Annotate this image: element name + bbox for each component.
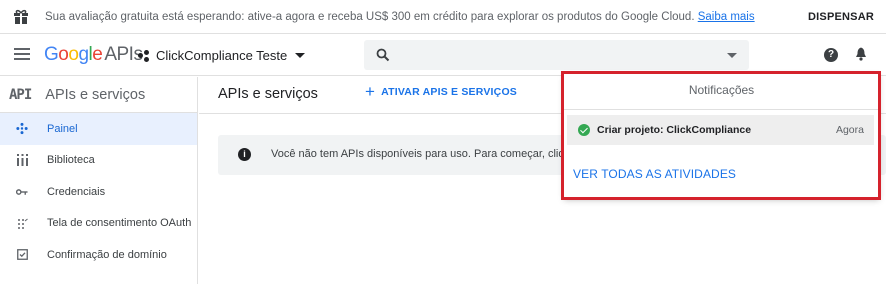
- sidebar-item-label: Biblioteca: [47, 154, 95, 167]
- sidebar-item-label: Confirmação de domínio: [47, 248, 167, 261]
- enable-apis-button[interactable]: + ATIVAR APIS E SERVIÇOS: [365, 82, 518, 101]
- library-icon: [16, 154, 28, 167]
- notification-text: Criar projeto: ClickCompliance: [597, 124, 752, 136]
- view-all-activities-link[interactable]: VER TODAS AS ATIVIDADES: [573, 167, 736, 181]
- top-bar: Google APIs ClickCompliance Teste ?: [0, 34, 886, 76]
- sidebar-item-credenciais[interactable]: Credenciais: [0, 176, 197, 208]
- gift-icon: [14, 9, 28, 24]
- sidebar-item-oauth-consent[interactable]: Tela de consentimento OAuth: [0, 208, 197, 240]
- info-icon: i: [238, 148, 251, 161]
- domain-verification-icon: [16, 249, 28, 261]
- menu-icon[interactable]: [14, 48, 30, 60]
- learn-more-link[interactable]: Saiba mais: [698, 11, 755, 23]
- oauth-consent-icon: [16, 217, 28, 229]
- enable-apis-label: ATIVAR APIS E SERVIÇOS: [381, 86, 518, 98]
- search-input[interactable]: [364, 40, 749, 70]
- api-badge-icon: API: [9, 86, 32, 103]
- sidebar: API APIs e serviços Painel Biblioteca Cr…: [0, 77, 198, 284]
- project-icon: [138, 49, 150, 62]
- sidebar-header: API APIs e serviços: [0, 77, 197, 113]
- search-dropdown-icon[interactable]: [727, 53, 737, 58]
- notification-item[interactable]: Criar projeto: ClickCompliance Agora: [567, 115, 874, 145]
- sidebar-item-label: Painel: [47, 122, 78, 135]
- chevron-down-icon: [295, 53, 306, 58]
- banner-message: Sua avaliação gratuita está esperando: a…: [45, 11, 755, 23]
- key-icon: [16, 186, 28, 198]
- notifications-title: Notificações: [564, 74, 879, 110]
- dashboard-icon: [16, 123, 28, 135]
- notifications-bell-icon[interactable]: [855, 47, 867, 61]
- project-selector[interactable]: ClickCompliance Teste: [138, 48, 306, 63]
- check-circle-icon: [578, 124, 590, 136]
- sidebar-item-label: Credenciais: [47, 185, 106, 198]
- notifications-panel: Notificações Criar projeto: ClickComplia…: [564, 74, 879, 198]
- dismiss-button[interactable]: DISPENSAR: [808, 11, 874, 23]
- sidebar-item-label: Tela de consentimento OAuth: [47, 217, 192, 230]
- sidebar-title: APIs e serviços: [45, 86, 146, 103]
- plus-icon: +: [365, 82, 376, 101]
- trial-banner: Sua avaliação gratuita está esperando: a…: [0, 0, 886, 34]
- google-apis-logo[interactable]: Google APIs: [44, 44, 143, 66]
- project-name: ClickCompliance Teste: [156, 48, 288, 63]
- sidebar-item-painel[interactable]: Painel: [0, 113, 197, 145]
- info-text: Você não tem APIs disponíveis para uso. …: [271, 148, 586, 160]
- sidebar-item-biblioteca[interactable]: Biblioteca: [0, 145, 197, 177]
- notification-time: Agora: [835, 124, 864, 136]
- search-icon: [376, 48, 390, 62]
- page-title: APIs e serviços: [218, 86, 318, 102]
- sidebar-item-domain-verification[interactable]: Confirmação de domínio: [0, 239, 197, 271]
- help-icon[interactable]: ?: [824, 48, 838, 62]
